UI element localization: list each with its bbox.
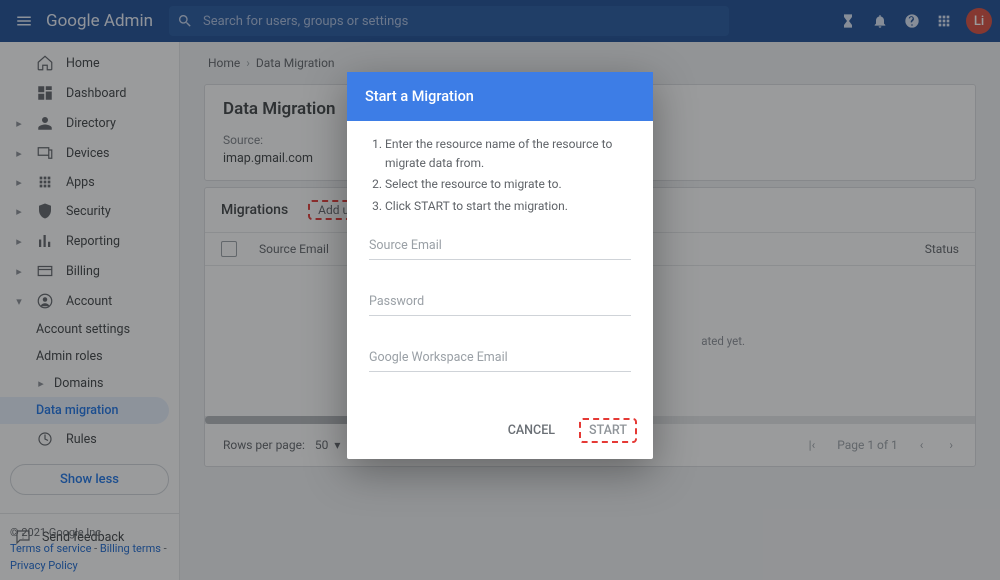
google-workspace-email-field[interactable]	[369, 346, 631, 372]
cancel-button[interactable]: CANCEL	[500, 418, 563, 443]
step-1: Enter the resource name of the resource …	[385, 135, 631, 173]
step-2: Select the resource to migrate to.	[385, 175, 631, 194]
step-3: Click START to start the migration.	[385, 197, 631, 216]
password-field[interactable]	[369, 290, 631, 316]
modal-actions: CANCEL START	[347, 408, 653, 459]
instruction-list: Enter the resource name of the resource …	[369, 135, 631, 216]
source-email-field[interactable]	[369, 234, 631, 260]
start-migration-modal: Start a Migration Enter the resource nam…	[347, 72, 653, 459]
start-button[interactable]: START	[579, 418, 637, 443]
modal-body: Enter the resource name of the resource …	[347, 121, 653, 408]
modal-title: Start a Migration	[347, 72, 653, 121]
modal-scrim[interactable]: Start a Migration Enter the resource nam…	[0, 0, 1000, 580]
